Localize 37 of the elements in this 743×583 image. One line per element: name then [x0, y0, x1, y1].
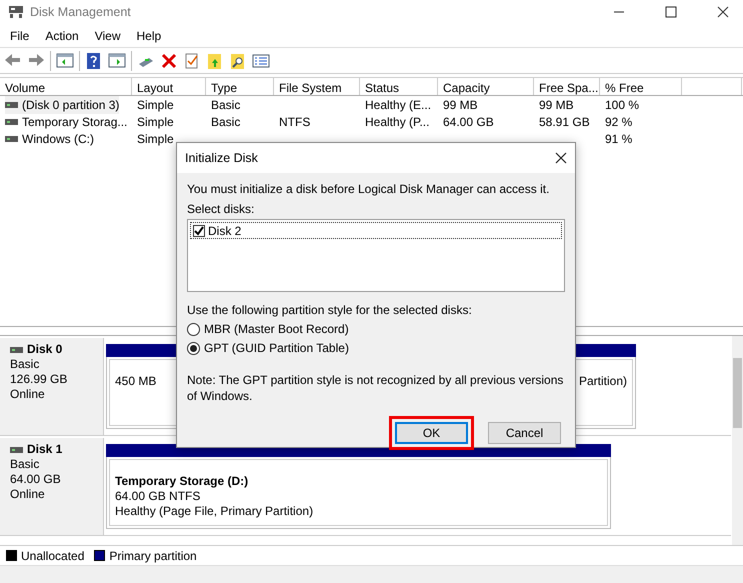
disk-info: Online	[10, 487, 46, 502]
partition-info: Healthy (Page File, Primary Partition)	[115, 504, 314, 518]
disk-info: Online	[10, 387, 46, 402]
table-cell-text: 99 MB	[539, 96, 574, 114]
disk-info: Basic	[10, 357, 40, 372]
table-cell-text: Healthy (E...	[365, 96, 432, 114]
table-cell-text: Simple	[137, 130, 174, 148]
table-cell-text: 100 %	[605, 96, 640, 114]
table-cell-text: 99 MB	[443, 96, 478, 114]
partition-info: 64.00 GB NTFS	[115, 489, 200, 503]
window-title: Disk Management	[30, 4, 131, 21]
table-cell-text: 64.00 GB	[443, 114, 494, 130]
table-cell-text: Basic	[211, 114, 240, 130]
disk-info: Basic	[10, 457, 40, 472]
field-label: Use the following partition style for the selected disks:	[187, 302, 473, 318]
disk-info: 126.99 GB	[10, 372, 68, 387]
table-cell-text: NTFS	[279, 114, 310, 130]
field-label: Select disks:	[187, 201, 256, 217]
disk-info: 64.00 GB	[10, 472, 62, 487]
partition-info: 450 MB	[115, 374, 156, 388]
partition-info: Partition)	[578, 374, 627, 388]
dialog-note: Note: The GPT partition style is not recognized by all previous versions of Windows.	[187, 372, 564, 404]
table-cell-text: Healthy (P...	[365, 114, 430, 130]
table-cell-text: Basic	[211, 96, 240, 114]
dialog-message: You must initialize a disk before Logical Disk Manager can access it.	[187, 181, 550, 197]
partition-title: Temporary Storage (D:)	[115, 474, 248, 488]
table-cell-text: Simple	[137, 96, 174, 114]
table-cell-text: 92 %	[605, 114, 632, 130]
legend-label: Unallocated	[21, 548, 84, 564]
disk-name: Disk 0	[27, 342, 62, 357]
table-cell-text: 58.91 GB	[539, 114, 590, 130]
dialog-title: Initialize Disk	[185, 150, 258, 167]
disk-name: Disk 1	[27, 442, 62, 457]
legend-label: Primary partition	[109, 548, 197, 564]
table-cell-text: Simple	[137, 114, 174, 130]
list-item-label: Disk 2	[208, 222, 242, 238]
table-cell-text: 91 %	[605, 130, 632, 148]
